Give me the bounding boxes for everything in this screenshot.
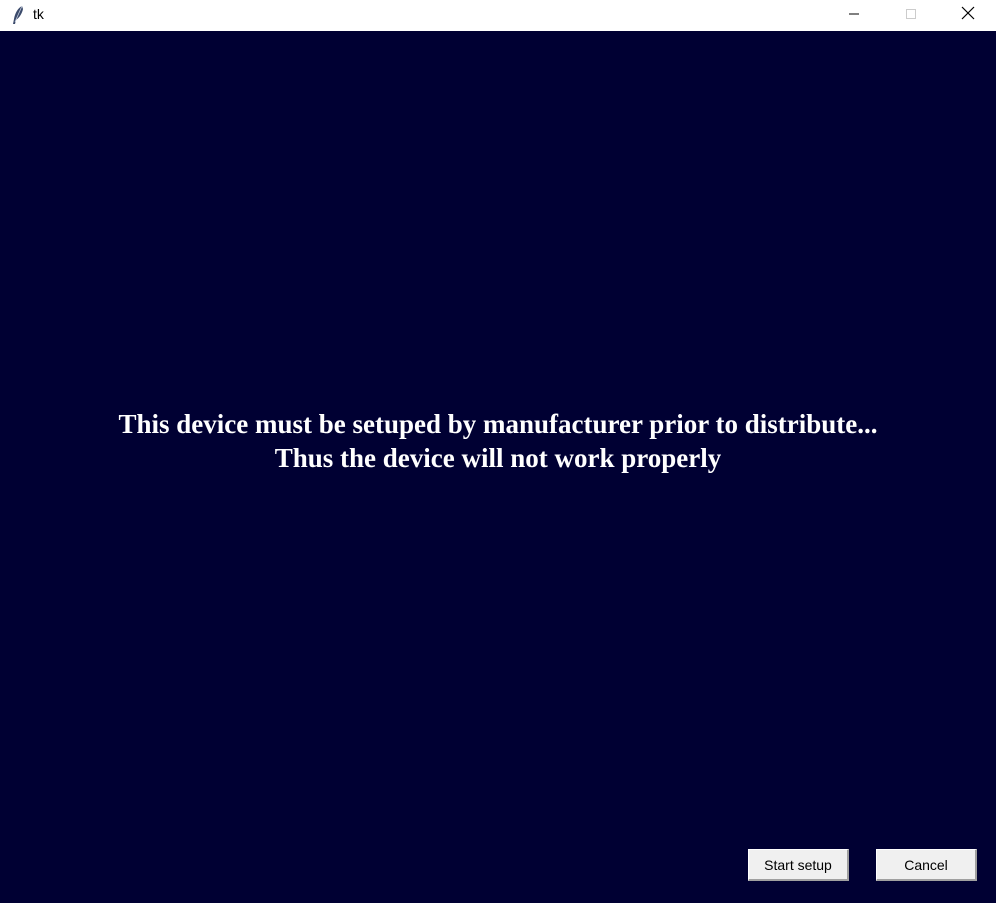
- maximize-icon: [905, 5, 917, 24]
- close-button[interactable]: [939, 0, 996, 28]
- minimize-icon: [848, 5, 860, 24]
- start-setup-button[interactable]: Start setup: [748, 849, 849, 881]
- feather-icon: [9, 5, 27, 25]
- main-content: This device must be setuped by manufactu…: [0, 31, 996, 903]
- app-window: tk This device must be setuped by manufa…: [0, 0, 996, 903]
- minimize-button[interactable]: [825, 0, 882, 28]
- title-bar[interactable]: tk: [0, 0, 996, 31]
- close-icon: [961, 5, 975, 24]
- cancel-button[interactable]: Cancel: [876, 849, 977, 881]
- warning-message: This device must be setuped by manufactu…: [0, 407, 996, 475]
- message-line-1: This device must be setuped by manufactu…: [118, 409, 878, 439]
- window-title: tk: [33, 6, 44, 22]
- maximize-button[interactable]: [882, 0, 939, 28]
- message-line-2: Thus the device will not work properly: [274, 443, 722, 473]
